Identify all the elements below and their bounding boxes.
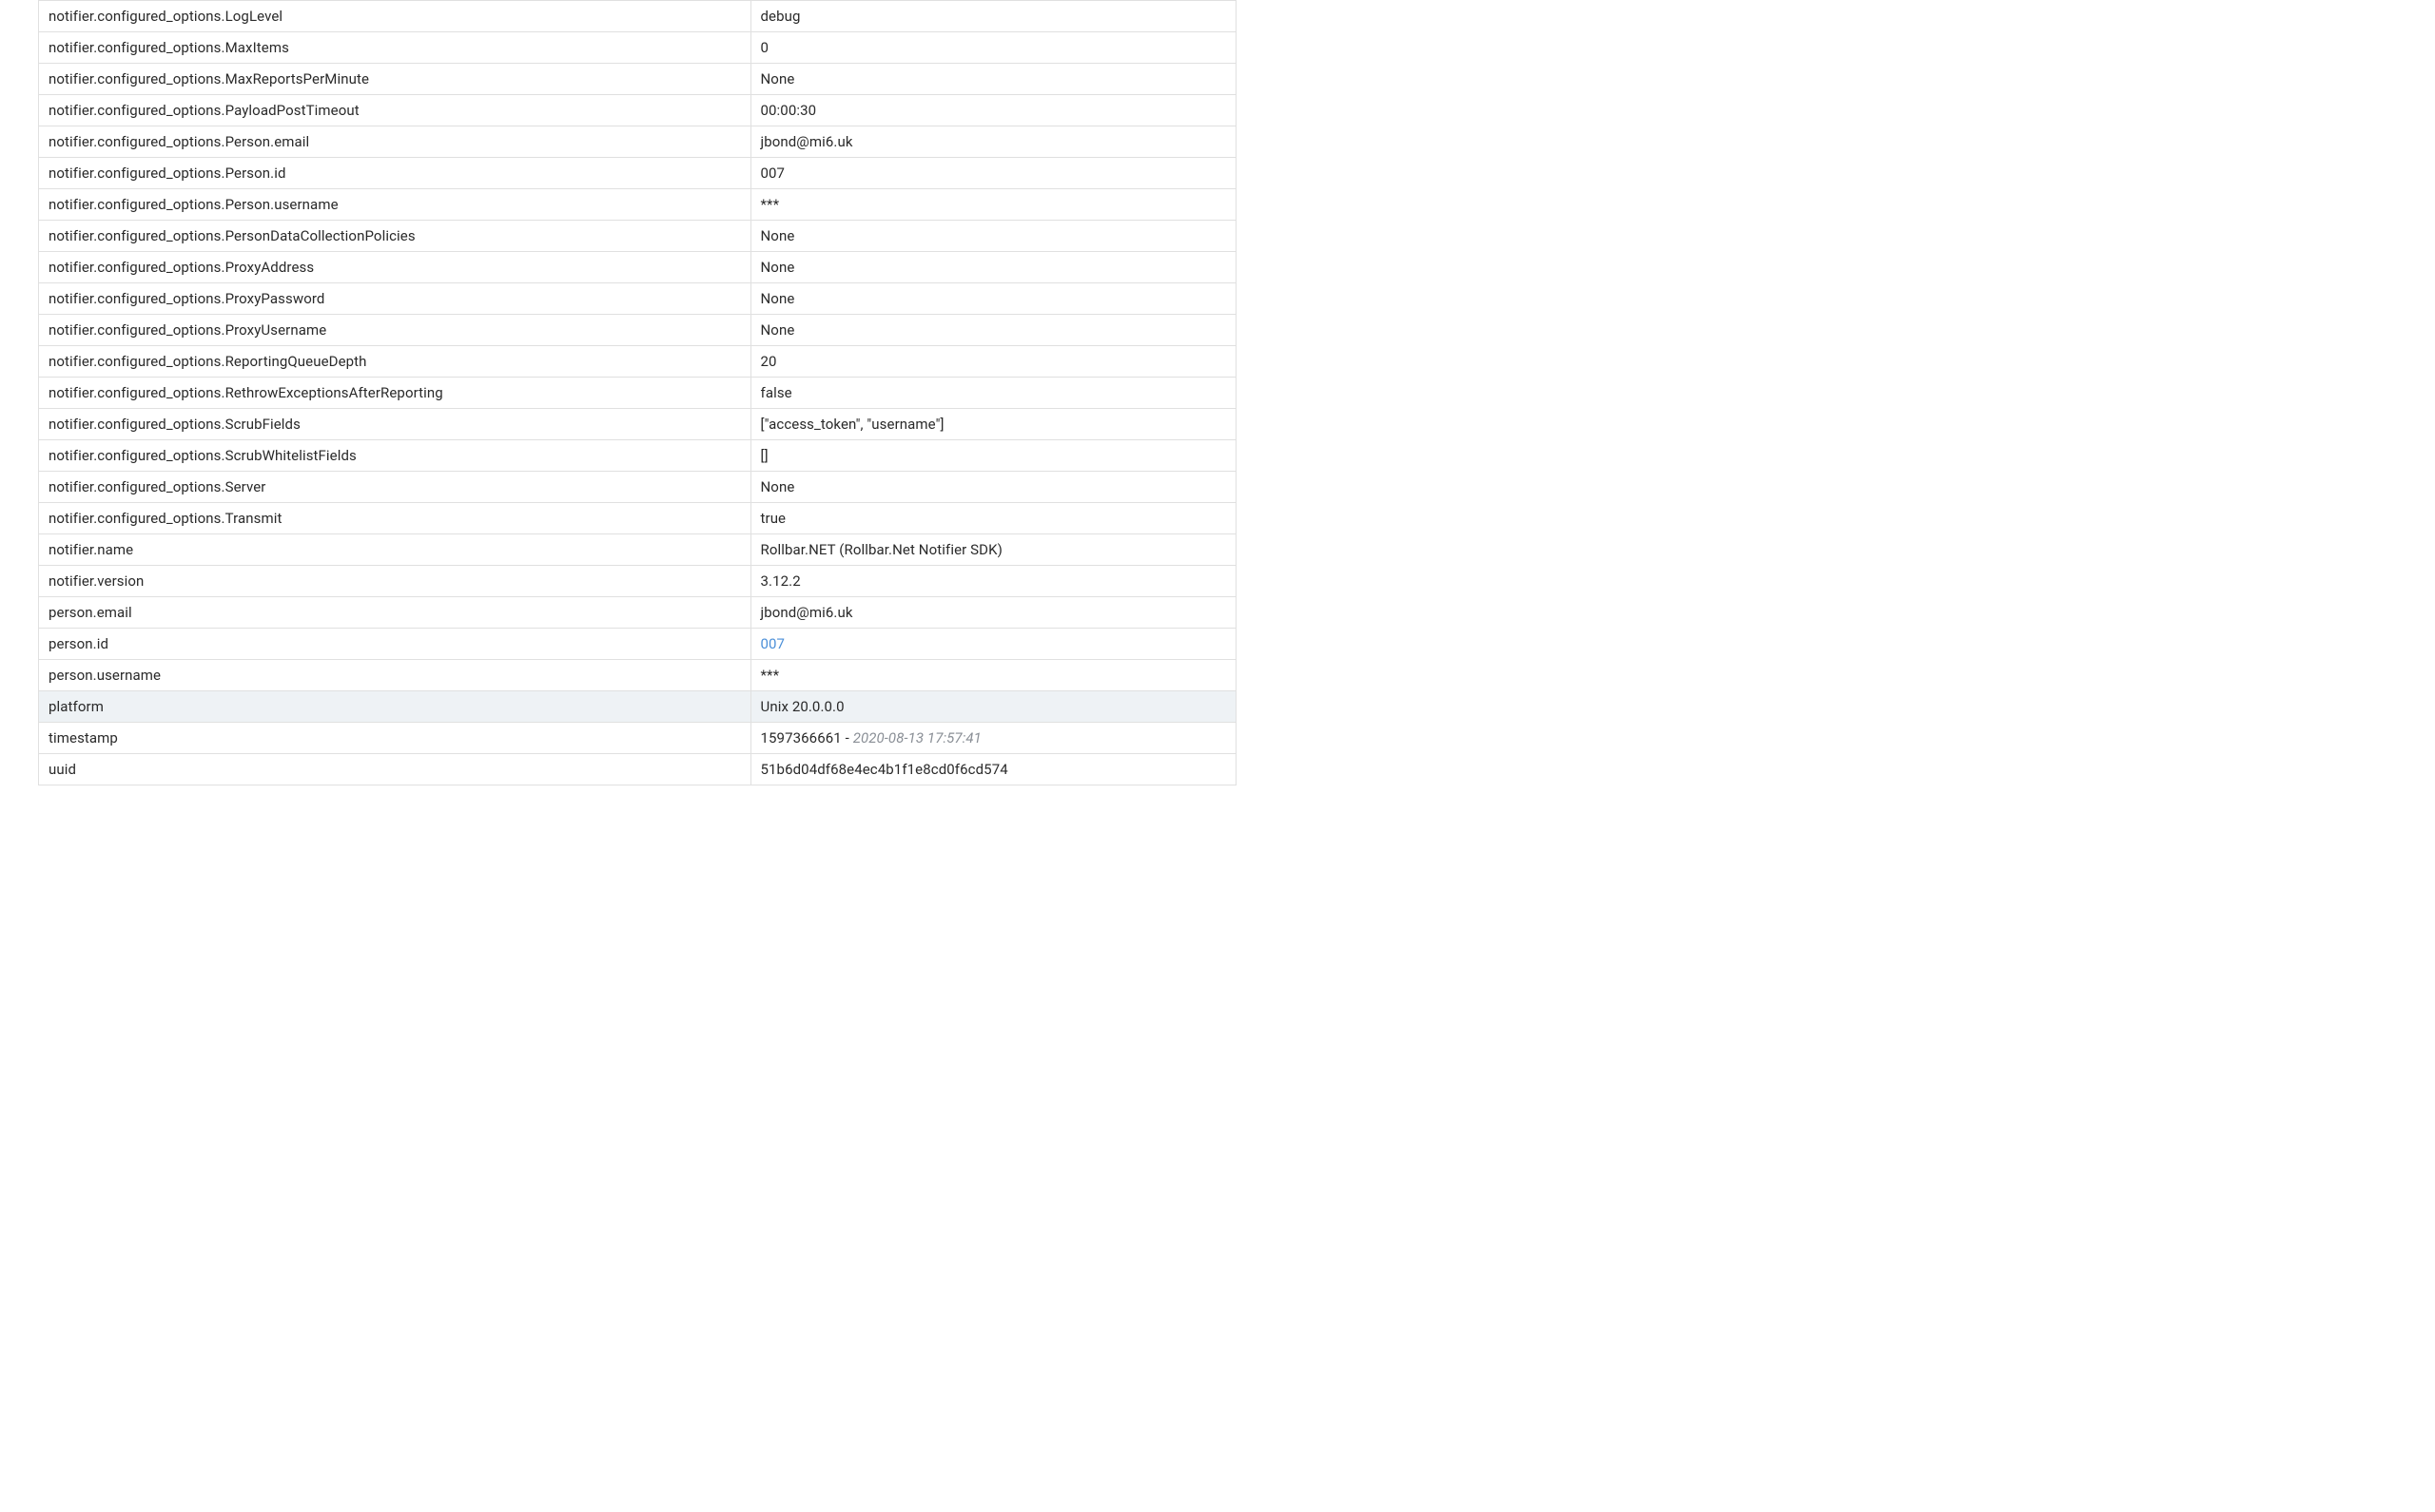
property-key: notifier.configured_options.LogLevel (39, 1, 751, 31)
property-key: notifier.configured_options.Transmit (39, 503, 751, 533)
table-row: person.username*** (39, 659, 1236, 690)
property-value: *** (751, 660, 1236, 690)
table-row: notifier.configured_options.ProxyAddress… (39, 251, 1236, 282)
property-key: notifier.version (39, 566, 751, 596)
property-key: notifier.configured_options.ProxyUsernam… (39, 315, 751, 345)
property-value: None (751, 283, 1236, 314)
table-row: notifier.nameRollbar.NET (Rollbar.Net No… (39, 533, 1236, 565)
table-row: notifier.configured_options.Person.id007 (39, 157, 1236, 188)
table-row: notifier.configured_options.PayloadPostT… (39, 94, 1236, 126)
property-key: notifier.configured_options.Server (39, 472, 751, 502)
property-key: notifier.name (39, 534, 751, 565)
table-row: notifier.configured_options.Person.usern… (39, 188, 1236, 220)
property-key: notifier.configured_options.RethrowExcep… (39, 378, 751, 408)
property-value: 3.12.2 (751, 566, 1236, 596)
property-key: uuid (39, 754, 751, 785)
property-value: 51b6d04df68e4ec4b1f1e8cd0f6cd574 (751, 754, 1236, 785)
property-key: timestamp (39, 723, 751, 753)
property-key: person.username (39, 660, 751, 690)
property-value: false (751, 378, 1236, 408)
table-row: notifier.configured_options.ScrubWhiteli… (39, 439, 1236, 471)
property-key: notifier.configured_options.ScrubWhiteli… (39, 440, 751, 471)
property-value: debug (751, 1, 1236, 31)
property-key: notifier.configured_options.MaxReportsPe… (39, 64, 751, 94)
timestamp-secondary: 2020-08-13 17:57:41 (853, 729, 982, 746)
timestamp-primary: 1597366661 - (761, 729, 853, 746)
property-key: notifier.configured_options.PersonDataCo… (39, 221, 751, 251)
table-row: notifier.configured_options.MaxItems0 (39, 31, 1236, 63)
table-row: notifier.configured_options.Transmittrue (39, 502, 1236, 533)
table-row: notifier.configured_options.MaxReportsPe… (39, 63, 1236, 94)
table-row: notifier.configured_options.Person.email… (39, 126, 1236, 157)
table-row: notifier.configured_options.RethrowExcep… (39, 377, 1236, 408)
property-value: None (751, 252, 1236, 282)
property-key: notifier.configured_options.ProxyAddress (39, 252, 751, 282)
table-row: notifier.version3.12.2 (39, 565, 1236, 596)
property-value: *** (751, 189, 1236, 220)
property-value: 1597366661 - 2020-08-13 17:57:41 (751, 723, 1236, 753)
table-row: timestamp1597366661 - 2020-08-13 17:57:4… (39, 722, 1236, 753)
property-value: Rollbar.NET (Rollbar.Net Notifier SDK) (751, 534, 1236, 565)
property-value: None (751, 472, 1236, 502)
property-key: notifier.configured_options.ScrubFields (39, 409, 751, 439)
table-row: notifier.configured_options.ProxyPasswor… (39, 282, 1236, 314)
property-value: 00:00:30 (751, 95, 1236, 126)
property-key: notifier.configured_options.Person.email (39, 126, 751, 157)
property-value: jbond@mi6.uk (751, 597, 1236, 628)
table-row: notifier.configured_options.ProxyUsernam… (39, 314, 1236, 345)
property-value: [] (751, 440, 1236, 471)
property-value[interactable]: 007 (751, 629, 1236, 659)
property-key: platform (39, 691, 751, 722)
property-value: None (751, 315, 1236, 345)
property-value: 0 (751, 32, 1236, 63)
table-row: person.emailjbond@mi6.uk (39, 596, 1236, 628)
property-key: notifier.configured_options.ReportingQue… (39, 346, 751, 377)
table-row: person.id 007 (39, 628, 1236, 659)
property-value: None (751, 221, 1236, 251)
table-row: notifier.configured_options.LogLeveldebu… (39, 0, 1236, 31)
table-row: notifier.configured_options.ServerNone (39, 471, 1236, 502)
property-key: notifier.configured_options.ProxyPasswor… (39, 283, 751, 314)
table-row: uuid51b6d04df68e4ec4b1f1e8cd0f6cd574 (39, 753, 1236, 785)
property-value: ["access_token", "username"] (751, 409, 1236, 439)
property-value: true (751, 503, 1236, 533)
property-key: person.email (39, 597, 751, 628)
property-value: jbond@mi6.uk (751, 126, 1236, 157)
property-value: None (751, 64, 1236, 94)
table-row: notifier.configured_options.PersonDataCo… (39, 220, 1236, 251)
value-link[interactable]: 007 (761, 635, 786, 652)
properties-table: notifier.configured_options.LogLeveldebu… (38, 0, 1237, 785)
property-key: person.id (39, 629, 751, 659)
table-row: platformUnix 20.0.0.0 (39, 690, 1236, 722)
property-key: notifier.configured_options.Person.usern… (39, 189, 751, 220)
property-key: notifier.configured_options.Person.id (39, 158, 751, 188)
table-row: notifier.configured_options.ScrubFields[… (39, 408, 1236, 439)
property-value: 007 (751, 158, 1236, 188)
table-row: notifier.configured_options.ReportingQue… (39, 345, 1236, 377)
property-value: Unix 20.0.0.0 (751, 691, 1236, 722)
property-key: notifier.configured_options.MaxItems (39, 32, 751, 63)
property-value: 20 (751, 346, 1236, 377)
property-key: notifier.configured_options.PayloadPostT… (39, 95, 751, 126)
